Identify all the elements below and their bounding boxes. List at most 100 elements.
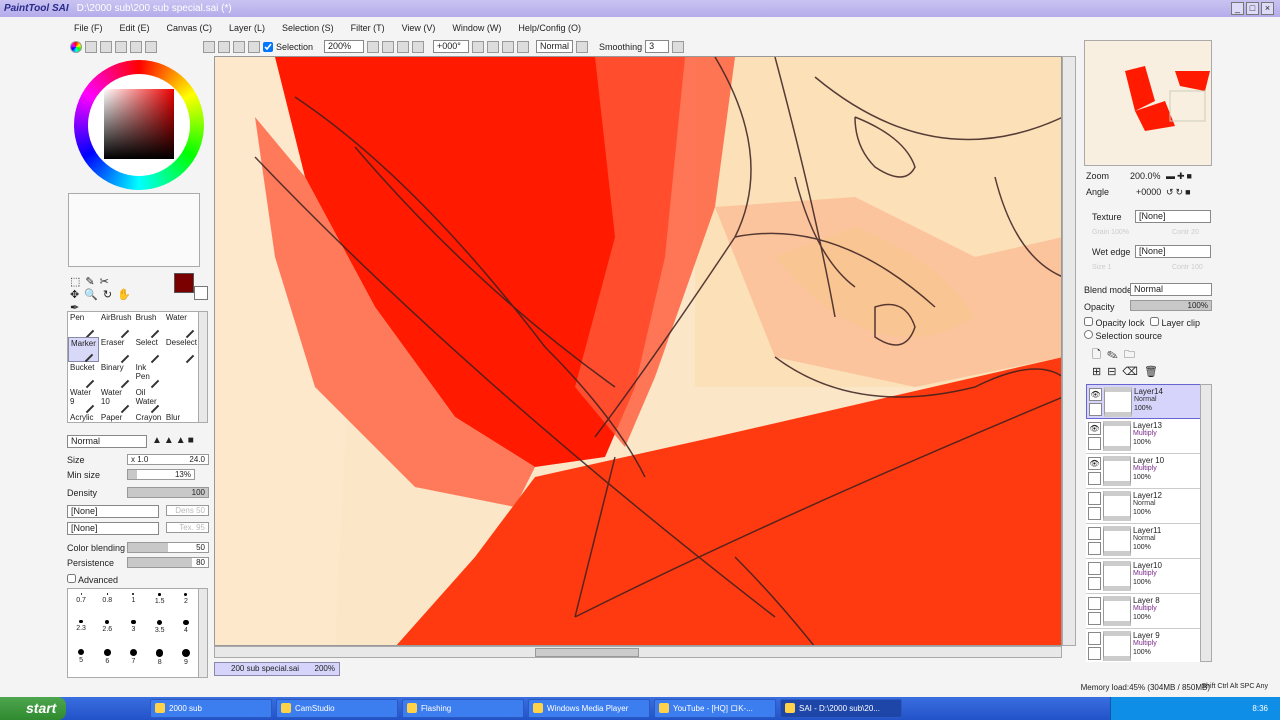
texture-select-2[interactable]: [None] <box>67 522 159 535</box>
layer-lock-toggle[interactable] <box>1088 612 1101 625</box>
brush-size-preset[interactable]: 0.7 <box>68 589 94 616</box>
tool-eraser[interactable]: Eraser <box>99 337 134 364</box>
menu-window[interactable]: Window (W) <box>452 23 501 33</box>
tool-scrollbar[interactable] <box>198 311 208 423</box>
layer-scrollbar[interactable] <box>1200 384 1212 662</box>
selection-tools[interactable]: ⬚✎✂ ✥🔍↻✋✒ <box>70 275 150 314</box>
menu-filter[interactable]: Filter (T) <box>351 23 385 33</box>
brush-size-preset[interactable]: 0.8 <box>94 589 120 616</box>
primary-color-swatch[interactable] <box>174 273 194 293</box>
color-wheel[interactable] <box>74 60 204 190</box>
size-slider[interactable]: x 1.0 24.0 <box>127 454 209 465</box>
swatches-toggle-icon[interactable] <box>130 40 142 53</box>
selection-checkbox[interactable] <box>263 41 273 52</box>
visibility-toggle-icon[interactable] <box>1088 632 1101 645</box>
visibility-toggle-icon[interactable]: 👁 <box>1089 388 1102 401</box>
canvas-horizontal-scrollbar[interactable] <box>214 646 1062 658</box>
horizontal-scroll-thumb[interactable] <box>535 648 639 657</box>
layer-lock-toggle[interactable] <box>1088 507 1101 520</box>
tool-airbrush[interactable]: AirBrush <box>99 312 134 339</box>
menu-file[interactable]: File (F) <box>74 23 103 33</box>
tool-marker[interactable]: Marker <box>68 337 99 363</box>
layer-item[interactable]: Layer11 Normal 100% <box>1086 524 1202 559</box>
visibility-toggle-icon[interactable] <box>1088 527 1101 540</box>
task-flashing[interactable]: Flashing <box>402 699 524 718</box>
flip-icon[interactable] <box>576 40 589 53</box>
color-slider-toggle-icon[interactable] <box>85 40 97 53</box>
drawing-canvas[interactable] <box>214 56 1062 646</box>
zoom-out-icon[interactable] <box>382 40 395 53</box>
brush-blend-mode-select[interactable]: Normal <box>67 435 147 448</box>
brush-size-preset[interactable]: 4 <box>173 616 199 645</box>
deselect-icon[interactable] <box>233 40 245 53</box>
tool-crayon[interactable]: Crayon <box>134 412 164 437</box>
density-slider[interactable]: 100 <box>127 487 209 498</box>
brush-size-preset[interactable]: 9 <box>173 645 199 677</box>
redo-icon[interactable] <box>218 40 230 53</box>
task-youtube[interactable]: YouTube - [HQ] ロK-... <box>654 699 776 718</box>
undo-icon[interactable] <box>203 40 215 53</box>
tool-select[interactable]: Select <box>134 337 164 364</box>
view-mode-select[interactable]: Normal <box>536 40 574 53</box>
layer-item[interactable]: 👁 Layer14 Normal 100% <box>1086 384 1202 419</box>
nav-angle-value[interactable]: +0000 <box>1136 187 1161 197</box>
brush-shape-selector[interactable]: ▲▲▲■ <box>152 435 196 446</box>
tool-oil-water[interactable]: Oil Water <box>134 387 164 414</box>
layer-lock-toggle[interactable] <box>1088 577 1101 590</box>
task-2000-sub[interactable]: 2000 sub <box>150 699 272 718</box>
tool-pen[interactable]: Pen <box>68 312 99 339</box>
smoothing-select[interactable]: 3 <box>645 40 670 53</box>
layer-item[interactable]: 👁 Layer 10 Multiply 100% <box>1086 454 1202 489</box>
layer-lock-toggle[interactable] <box>1089 403 1102 416</box>
navigator-preview[interactable] <box>1084 40 1212 166</box>
layer-action-buttons[interactable]: 🗋✎🗀 ⊞⊟⌫🗑 <box>1092 346 1164 378</box>
menu-help[interactable]: Help/Config (O) <box>518 23 581 33</box>
persistence-slider[interactable]: 80 <box>127 557 209 568</box>
rotate-reset-icon[interactable] <box>517 40 530 53</box>
layer-lock-toggle[interactable] <box>1088 542 1101 555</box>
tool-water[interactable]: Water <box>164 312 199 339</box>
color-wheel-toggle-icon[interactable] <box>70 40 82 53</box>
opacity-lock-checkbox[interactable] <box>1084 317 1093 326</box>
zoom-dropdown-icon[interactable] <box>367 40 380 53</box>
visibility-toggle-icon[interactable]: 👁 <box>1088 457 1101 470</box>
tool-water-9[interactable]: Water 9 <box>68 387 99 414</box>
angle-dropdown-icon[interactable] <box>472 40 485 53</box>
tool-acrylic[interactable]: Acrylic <box>68 412 99 437</box>
task-camstudio[interactable]: CamStudio <box>276 699 398 718</box>
tool-ink-pen[interactable]: Ink Pen <box>134 362 164 389</box>
layer-item[interactable]: Layer 9 Multiply 100% <box>1086 629 1202 662</box>
secondary-color-swatch[interactable] <box>194 286 208 300</box>
tool-blur[interactable]: Blur <box>164 412 199 437</box>
smoothing-dropdown-icon[interactable] <box>672 40 685 53</box>
document-tab[interactable]: 200 sub special.sai 200% <box>214 662 340 676</box>
menu-view[interactable]: View (V) <box>402 23 436 33</box>
tool-paper[interactable]: Paper <box>99 412 134 437</box>
layer-item[interactable]: Layer10 Multiply 100% <box>1086 559 1202 594</box>
visibility-toggle-icon[interactable] <box>1088 492 1101 505</box>
layer-lock-toggle[interactable] <box>1088 647 1101 660</box>
layer-item[interactable]: 👁 Layer13 Multiply 100% <box>1086 419 1202 454</box>
menu-canvas[interactable]: Canvas (C) <box>167 23 213 33</box>
brush-size-preset[interactable]: 2.6 <box>94 616 120 645</box>
layer-clip-checkbox[interactable] <box>1150 317 1159 326</box>
visibility-toggle-icon[interactable] <box>1088 562 1101 575</box>
brush-size-preset[interactable]: 2.3 <box>68 616 94 645</box>
nav-zoom-buttons[interactable]: ▬✚■ <box>1166 171 1194 182</box>
visibility-toggle-icon[interactable] <box>1088 597 1101 610</box>
task-sai[interactable]: SAI - D:\2000 sub\20... <box>780 699 902 718</box>
task-media-player[interactable]: Windows Media Player <box>528 699 650 718</box>
maximize-button[interactable]: □ <box>1246 2 1259 15</box>
layer-texture-select[interactable]: [None] <box>1135 210 1211 223</box>
brush-size-preset[interactable]: 5 <box>68 645 94 677</box>
rotate-right-icon[interactable] <box>502 40 515 53</box>
menu-layer[interactable]: Layer (L) <box>229 23 265 33</box>
menu-edit[interactable]: Edit (E) <box>120 23 150 33</box>
brush-size-preset[interactable]: 1 <box>120 589 146 616</box>
tool-water-10[interactable]: Water 10 <box>99 387 134 414</box>
minimize-button[interactable]: _ <box>1231 2 1244 15</box>
layer-blend-select[interactable]: Normal <box>1130 283 1212 296</box>
layer-lock-toggle[interactable] <box>1088 437 1101 450</box>
canvas-vertical-scrollbar[interactable] <box>1062 56 1076 646</box>
start-button[interactable]: start <box>0 697 66 720</box>
